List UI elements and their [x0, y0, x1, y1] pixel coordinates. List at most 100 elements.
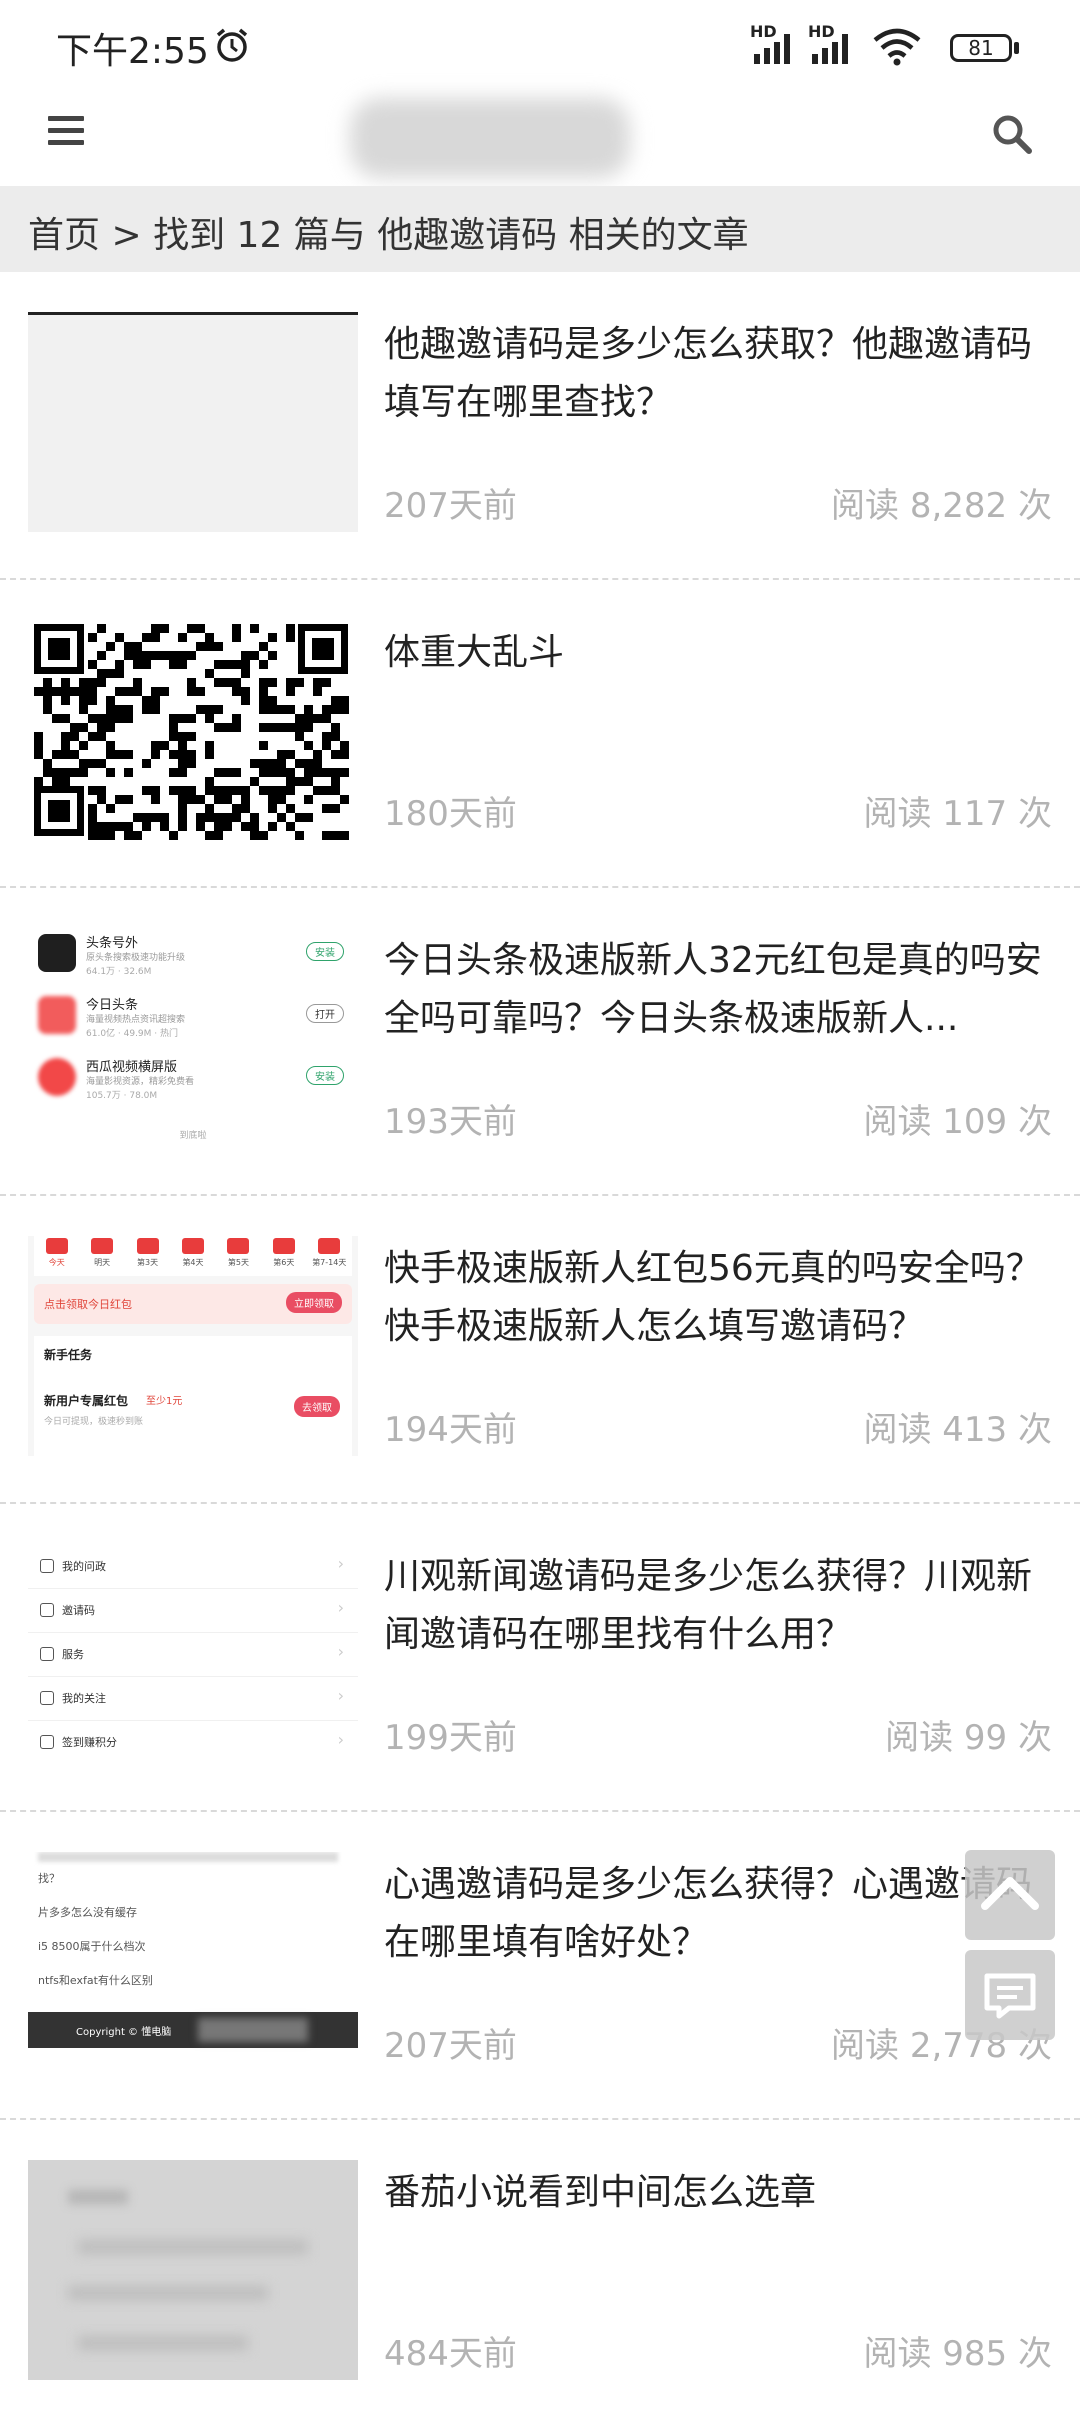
- qr-module: [151, 624, 160, 633]
- article-thumbnail[interactable]: 今天 明天 第3天 第4天 第5天 第6天 第7-14天 点击领取今日红包 立即领取 新手任…: [28, 1236, 358, 1456]
- claim-button: 立即领取: [286, 1292, 342, 1313]
- qr-module: [79, 696, 88, 705]
- checkin-day: 今天: [34, 1236, 79, 1276]
- claim-text: 点击领取今日红包: [44, 1298, 132, 1311]
- qr-module: [70, 750, 79, 759]
- article-thumbnail[interactable]: 我的问政 › 邀请码 › 服务 › 我的关注 › 签到赚积分 ›: [28, 1544, 358, 1764]
- qr-module: [223, 795, 232, 804]
- article-read-count: 阅读 99 次: [885, 1718, 1052, 1758]
- qr-module: [277, 750, 286, 759]
- qr-module: [277, 759, 286, 768]
- article-thumbnail[interactable]: [28, 312, 358, 532]
- qr-module: [187, 678, 196, 687]
- qr-module: [178, 633, 187, 642]
- search-icon[interactable]: [990, 112, 1034, 156]
- qr-module: [97, 723, 106, 732]
- qr-module: [160, 624, 169, 633]
- qr-module: [196, 642, 205, 651]
- menu-icon[interactable]: [48, 116, 84, 152]
- qr-module: [169, 660, 178, 669]
- qr-module: [259, 723, 268, 732]
- qr-module: [241, 786, 250, 795]
- article-item[interactable]: 他趣邀请码是多少怎么获取？他趣邀请码填写在哪里查找？ 207天前 阅读 8,28…: [0, 272, 1080, 580]
- article-item[interactable]: 番茄小说看到中间怎么选章 484天前 阅读 985 次: [0, 2120, 1080, 2428]
- qr-module: [88, 678, 97, 687]
- feedback-button[interactable]: [965, 1950, 1055, 2040]
- qr-module: [88, 831, 97, 840]
- site-logo[interactable]: [350, 98, 630, 178]
- blurred-content: [68, 2286, 268, 2300]
- checkin-day-label: 第7-14天: [312, 1258, 347, 1267]
- qr-module: [205, 633, 214, 642]
- app-meta: 105.7万 · 78.0M: [86, 1091, 158, 1101]
- qr-module: [160, 687, 169, 696]
- qr-module: [115, 714, 124, 723]
- qr-module: [268, 633, 277, 642]
- qr-module: [133, 660, 142, 669]
- qr-module: [295, 732, 304, 741]
- article-thumbnail[interactable]: [28, 620, 358, 840]
- qr-module: [187, 687, 196, 696]
- qr-module: [160, 651, 169, 660]
- qr-module: [232, 723, 241, 732]
- article-item[interactable]: 体重大乱斗 180天前 阅读 117 次: [0, 580, 1080, 888]
- qr-module: [223, 678, 232, 687]
- task-button: 去领取: [294, 1396, 340, 1417]
- qr-module: [124, 705, 133, 714]
- breadcrumb-home-link[interactable]: 首页: [28, 215, 100, 256]
- article-title[interactable]: 心遇邀请码是多少怎么获得？心遇邀请码在哪里填有啥好处？: [384, 1856, 1052, 1972]
- article-title[interactable]: 今日头条极速版新人32元红包是真的吗安全吗可靠吗？今日头条极速版新人...: [384, 932, 1052, 1048]
- qr-module: [124, 642, 133, 651]
- article-title[interactable]: 体重大乱斗: [384, 624, 1052, 682]
- article-thumbnail[interactable]: 头条号外 原头条搜索极速功能升级 64.1万 · 32.6M 安装 今日头条 海…: [28, 928, 358, 1148]
- qr-module: [115, 669, 124, 678]
- signal-icon: [812, 34, 848, 64]
- claim-banner: 点击领取今日红包 立即领取: [34, 1284, 352, 1324]
- qr-module: [187, 759, 196, 768]
- qr-module: [142, 813, 151, 822]
- qr-module: [214, 822, 223, 831]
- qr-module: [88, 633, 97, 642]
- qr-module: [106, 822, 115, 831]
- chevron-up-icon: [981, 1877, 1039, 1910]
- qr-module: [277, 795, 286, 804]
- qr-module: [268, 723, 277, 732]
- article-title[interactable]: 番茄小说看到中间怎么选章: [384, 2164, 1052, 2222]
- qr-module: [88, 696, 97, 705]
- qr-module: [250, 651, 259, 660]
- article-item[interactable]: 我的问政 › 邀请码 › 服务 › 我的关注 › 签到赚积分 › 川观新闻邀请码是多少怎么获得？川…: [0, 1504, 1080, 1812]
- qr-module: [304, 777, 313, 786]
- qr-module: [70, 732, 79, 741]
- qr-module: [106, 696, 115, 705]
- copyright-text: Copyright © 懂电脑: [76, 2027, 172, 2038]
- qr-module: [178, 750, 187, 759]
- qr-module: [187, 651, 196, 660]
- qr-module: [169, 651, 178, 660]
- qr-module: [259, 831, 268, 840]
- article-title[interactable]: 川观新闻邀请码是多少怎么获得？川观新闻邀请码在哪里找有什么用？: [384, 1548, 1052, 1664]
- article-read-count: 阅读 413 次: [863, 1410, 1052, 1450]
- qr-module: [304, 705, 313, 714]
- article-item[interactable]: 找？ 片多多怎么没有缓存 i5 8500属于什么档次 ntfs和exfat有什么…: [0, 1812, 1080, 2120]
- list-footer-text: 到底啦: [179, 1131, 207, 1141]
- article-thumbnail[interactable]: [28, 2160, 358, 2380]
- qr-module: [340, 768, 349, 777]
- checkin-day-label: 第5天: [227, 1258, 249, 1267]
- article-title[interactable]: 他趣邀请码是多少怎么获取？他趣邀请码填写在哪里查找？: [384, 316, 1052, 432]
- article-item[interactable]: 今天 明天 第3天 第4天 第5天 第6天 第7-14天 点击领取今日红包 立即领取 新手任…: [0, 1196, 1080, 1504]
- article-thumbnail[interactable]: 找？ 片多多怎么没有缓存 i5 8500属于什么档次 ntfs和exfat有什么…: [28, 1852, 358, 2072]
- qr-module: [151, 633, 160, 642]
- article-title[interactable]: 快手极速版新人红包56元真的吗安全吗？快手极速版新人怎么填写邀请码？: [384, 1240, 1052, 1356]
- qr-module: [160, 822, 169, 831]
- app-name: 今日头条: [86, 998, 139, 1013]
- qr-module: [232, 804, 241, 813]
- back-to-top-button[interactable]: [965, 1850, 1055, 1940]
- qr-module: [52, 768, 61, 777]
- article-item[interactable]: 头条号外 原头条搜索极速功能升级 64.1万 · 32.6M 安装 今日头条 海…: [0, 888, 1080, 1196]
- qr-module: [286, 705, 295, 714]
- battery-icon: 81: [950, 34, 1012, 62]
- related-line: ntfs和exfat有什么区别: [38, 1974, 153, 1987]
- qr-module: [79, 759, 88, 768]
- menu-item-label: 邀请码: [62, 1604, 95, 1617]
- wifi-icon: [873, 28, 921, 66]
